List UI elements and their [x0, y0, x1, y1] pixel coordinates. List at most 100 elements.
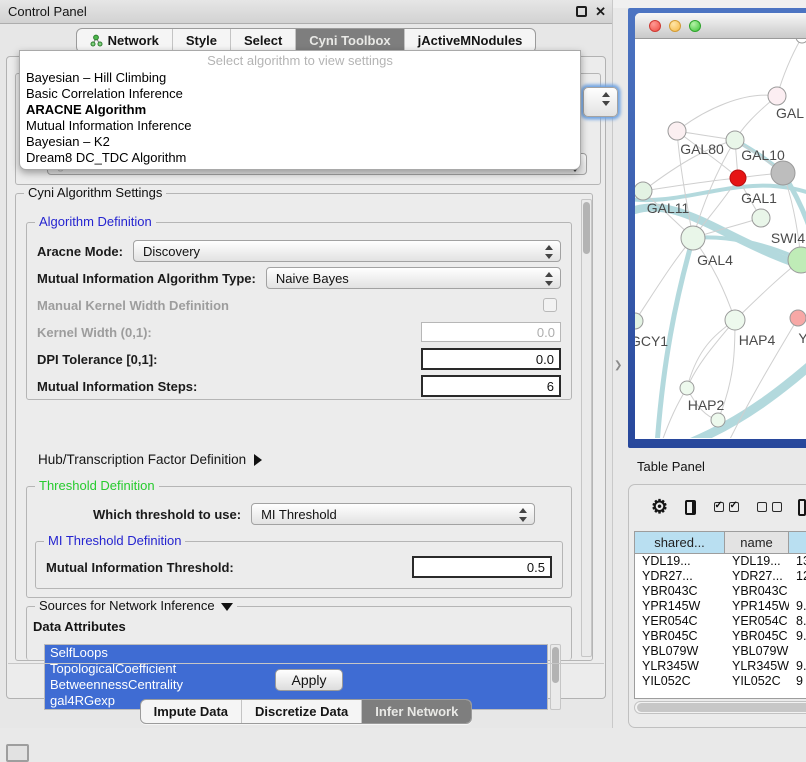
minimized-panel-stub[interactable]	[6, 744, 29, 762]
table-row[interactable]: YPR145WYPR145W9.	[635, 599, 806, 614]
tab-style[interactable]: Style	[172, 29, 230, 52]
deselect-all-icon[interactable]	[757, 502, 782, 512]
close-traffic-light-icon[interactable]	[649, 20, 661, 32]
settings-scrollbar[interactable]	[581, 199, 592, 657]
kernel-width-row: Kernel Width (0,1): 0.0	[37, 321, 561, 343]
network-graph: GALGAL80GAL10GAL1GAL11SWI4GAL4GCY1HAP4YH…	[635, 39, 806, 438]
zoom-traffic-light-icon[interactable]	[689, 20, 701, 32]
network-node[interactable]	[790, 310, 806, 326]
table-row[interactable]: YER054CYER054C8.	[635, 614, 806, 629]
network-node[interactable]	[725, 310, 745, 330]
dropdown-item-dream8-dc-tdc-algorithm[interactable]: Dream8 DC_TDC Algorithm	[20, 150, 580, 166]
table-row[interactable]: YDL19...YDL19...13	[635, 554, 806, 569]
dpi-tolerance-field[interactable]: 0.0	[421, 348, 561, 370]
dpi-tolerance-value: 0.0	[536, 352, 554, 367]
tab-label: Cyni Toolbox	[309, 33, 390, 48]
attribute-item-selfloops[interactable]: SelfLoops	[45, 645, 547, 661]
table-row[interactable]: YIL052CYIL052C9	[635, 674, 806, 685]
node-label-gal: GAL	[776, 105, 804, 121]
column-layout-icon[interactable]	[685, 500, 695, 515]
dropdown-items: Bayesian – Hill ClimbingBasic Correlatio…	[20, 70, 580, 166]
network-node[interactable]	[711, 413, 725, 427]
column-header-extra[interactable]	[789, 532, 806, 553]
column-header-name[interactable]: name	[725, 532, 789, 553]
node-label-gcy1: GCY1	[635, 333, 668, 349]
new-table-icon[interactable]	[798, 499, 806, 516]
table-horizontal-scrollbar[interactable]	[634, 701, 806, 714]
table-cell: YLR345W	[725, 659, 789, 674]
node-label-hap2: HAP2	[688, 397, 725, 413]
tab-label: Style	[186, 33, 217, 48]
network-node[interactable]	[796, 39, 806, 43]
tab-cyni-toolbox[interactable]: Cyni Toolbox	[295, 29, 403, 52]
float-window-icon[interactable]	[576, 6, 587, 17]
table-cell: YBR045C	[635, 629, 725, 644]
which-threshold-combo[interactable]: MI Threshold	[251, 503, 535, 525]
unchecked-box-icon	[757, 502, 767, 512]
network-node[interactable]	[730, 170, 746, 186]
column-header-shared[interactable]: shared...	[635, 532, 725, 553]
combo-spinner-icon	[545, 245, 553, 259]
dropdown-item-basic-correlation-inference[interactable]: Basic Correlation Inference	[20, 86, 580, 102]
tab-impute-data[interactable]: Impute Data	[141, 700, 241, 723]
network-node[interactable]	[752, 209, 770, 227]
manual-kernel-checkbox[interactable]	[543, 298, 557, 312]
table-row[interactable]: YDR27...YDR27...12	[635, 569, 806, 584]
mi-threshold-field[interactable]: 0.5	[412, 556, 552, 578]
splitter-handle[interactable]: ❯	[614, 360, 622, 371]
table-row[interactable]: YLR345WYLR345W9.	[635, 659, 806, 674]
network-node[interactable]	[635, 313, 643, 329]
network-node[interactable]	[681, 226, 705, 250]
apply-button[interactable]: Apply	[275, 669, 343, 691]
scrollbar-thumb[interactable]	[637, 703, 806, 712]
network-window-titlebar[interactable]	[635, 13, 806, 39]
scrollbar-thumb[interactable]	[552, 647, 559, 683]
dropdown-item-aracne-algorithm[interactable]: ARACNE Algorithm	[20, 102, 580, 118]
control-panel-window: Control Panel ✕ NetworkStyleSelectCyni T…	[0, 0, 613, 728]
algorithm-combo-fragment[interactable]	[583, 87, 618, 117]
mi-type-label: Mutual Information Algorithm Type:	[37, 271, 256, 286]
gear-icon[interactable]: ⚙	[651, 498, 668, 517]
mi-type-value: Naive Bayes	[276, 271, 349, 286]
table-cell: YBL079W	[635, 644, 725, 659]
tab-infer-network[interactable]: Infer Network	[361, 700, 471, 723]
network-node[interactable]	[768, 87, 786, 105]
network-edge	[687, 320, 735, 388]
table-panel-window: ⚙ shared...name YDL19...YDL19...13YDR27.…	[628, 484, 806, 728]
tab-discretize-data[interactable]: Discretize Data	[241, 700, 361, 723]
scrollbar-thumb[interactable]	[583, 202, 590, 254]
table-row[interactable]: YBR045CYBR045C9.	[635, 629, 806, 644]
hub-tf-section-toggle[interactable]: Hub/Transcription Factor Definition	[38, 452, 262, 467]
network-node[interactable]	[680, 381, 694, 395]
network-node[interactable]	[771, 161, 795, 185]
network-node[interactable]	[635, 182, 652, 200]
tab-select[interactable]: Select	[230, 29, 295, 52]
network-icon	[90, 34, 103, 47]
minimize-traffic-light-icon[interactable]	[669, 20, 681, 32]
mi-type-combo[interactable]: Naive Bayes	[266, 267, 561, 289]
tab-label: Impute Data	[154, 704, 228, 719]
collapse-arrow-icon	[221, 603, 233, 611]
tab-network[interactable]: Network	[77, 29, 172, 52]
close-icon[interactable]: ✕	[595, 4, 606, 20]
select-all-icon[interactable]	[714, 502, 739, 512]
mi-steps-row: Mutual Information Steps: 6	[37, 375, 561, 397]
kernel-width-field[interactable]: 0.0	[421, 322, 561, 342]
table-row[interactable]: YBL079WYBL079W	[635, 644, 806, 659]
aracne-mode-combo[interactable]: Discovery	[133, 240, 561, 262]
cyni-algorithm-settings-group: Cyni Algorithm Settings Algorithm Defini…	[15, 193, 593, 661]
mi-steps-field[interactable]: 6	[421, 375, 561, 397]
mi-threshold-row: Mutual Information Threshold: 0.5	[46, 556, 552, 578]
dropdown-item-bayesian-k2[interactable]: Bayesian – K2	[20, 134, 580, 150]
tab-jactivemnodules[interactable]: jActiveMNodules	[404, 29, 536, 52]
node-label-gal80: GAL80	[680, 141, 724, 157]
dropdown-item-bayesian-hill-climbing[interactable]: Bayesian – Hill Climbing	[20, 70, 580, 86]
sources-group-title[interactable]: Sources for Network Inference	[35, 598, 237, 613]
dropdown-item-mutual-information-inference[interactable]: Mutual Information Inference	[20, 118, 580, 134]
combo-spinner-icon	[602, 92, 610, 106]
table-row[interactable]: YBR043CYBR043C	[635, 584, 806, 599]
settings-group-title: Cyni Algorithm Settings	[24, 185, 166, 200]
node-table: shared...name YDL19...YDL19...13YDR27...…	[634, 531, 806, 699]
network-canvas[interactable]: GALGAL80GAL10GAL1GAL11SWI4GAL4GCY1HAP4YH…	[635, 39, 806, 438]
network-node[interactable]	[668, 122, 686, 140]
